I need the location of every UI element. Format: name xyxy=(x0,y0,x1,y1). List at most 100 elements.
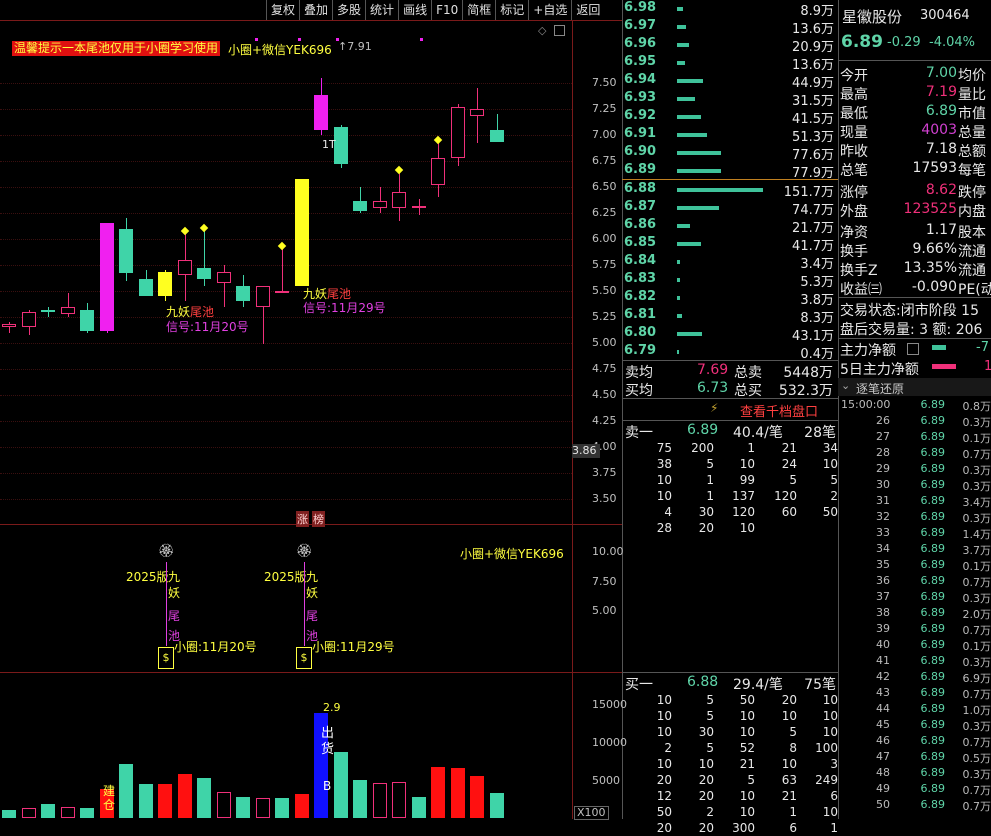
ladder-row[interactable]: 6.81 8.3万 xyxy=(624,307,838,326)
volume-bar xyxy=(60,807,75,818)
ladder-volume-bar xyxy=(677,43,689,47)
tick-time: 46 xyxy=(876,734,890,747)
tick-row: 50 6.89 0.7万 xyxy=(840,798,991,814)
toolbar-button-7[interactable]: 标记 xyxy=(495,0,528,20)
toolbar-button-6[interactable]: 简框 xyxy=(462,0,495,20)
queue-cell: 5 xyxy=(789,725,797,739)
ladder-row[interactable]: 6.85 41.7万 xyxy=(624,235,838,254)
ladder-price: 6.86 xyxy=(624,217,657,232)
toolbar-button-2[interactable]: 多股 xyxy=(332,0,365,20)
quote-label-right: 总额 xyxy=(958,144,986,160)
quote-label: 今开 xyxy=(840,68,868,84)
queue-cell: 10 xyxy=(781,757,797,771)
price-gridline xyxy=(0,473,572,474)
price-gridline xyxy=(0,499,572,500)
quote-label: 收益㈢ xyxy=(840,282,882,298)
price-tick: 6.50 xyxy=(592,180,617,193)
ladder-price: 6.98 xyxy=(624,0,657,15)
tick-row: 35 6.89 0.1万 xyxy=(840,558,991,574)
window-icon[interactable] xyxy=(554,25,565,36)
toolbar-button-5[interactable]: F10 xyxy=(431,0,462,20)
price-gridline xyxy=(0,109,572,110)
mark-char3: 尾 xyxy=(306,609,319,623)
ladder-row[interactable]: 6.84 3.4万 xyxy=(624,253,838,272)
ladder-mid-line xyxy=(622,179,838,180)
quote-divider-3 xyxy=(838,338,991,339)
ladder-row[interactable]: 6.88 151.7万 xyxy=(624,181,838,200)
quote-divider-2 xyxy=(838,297,991,298)
price-gridline xyxy=(0,161,572,162)
ladder-row[interactable]: 6.96 20.9万 xyxy=(624,36,838,55)
lightning-icon: ⚡ xyxy=(710,401,719,415)
price-tick: 4.25 xyxy=(592,414,617,427)
ladder-row[interactable]: 6.86 21.7万 xyxy=(624,217,838,236)
mark-version: 2025版 xyxy=(264,570,307,584)
price-tick: 4.75 xyxy=(592,362,617,375)
ladder-row[interactable]: 6.80 43.1万 xyxy=(624,325,838,344)
ladder-row[interactable]: 6.89 77.9万 xyxy=(624,162,838,181)
queue-cell: 10 xyxy=(656,473,672,487)
view-1000-button[interactable]: 查看千档盘口 xyxy=(740,401,818,420)
toolbar-button-0[interactable]: 复权 xyxy=(266,0,299,20)
toolbar-button-4[interactable]: 画线 xyxy=(398,0,431,20)
ladder-row[interactable]: 6.93 31.5万 xyxy=(624,90,838,109)
buy1-avg: 29.4/笔 xyxy=(733,677,783,693)
ladder-volume-bar xyxy=(677,169,721,173)
ladder-row[interactable]: 6.98 8.9万 xyxy=(624,0,838,19)
signal-dot xyxy=(433,136,443,145)
queue-row: 10 1 99 5 5 xyxy=(624,473,838,488)
tick-price: 6.89 xyxy=(920,638,946,651)
toolbar-button-8[interactable]: +自选 xyxy=(528,0,571,20)
ladder-volume: 151.7万 xyxy=(783,185,834,200)
ladder-row[interactable]: 6.94 44.9万 xyxy=(624,72,838,91)
ladder-row[interactable]: 6.83 5.3万 xyxy=(624,271,838,290)
candle xyxy=(138,278,153,297)
zhang-char: 涨 xyxy=(296,511,309,527)
main5-label: 5日主力净额 xyxy=(840,362,919,378)
ladder-price: 6.89 xyxy=(624,162,657,177)
queue-cell: 20 xyxy=(698,773,714,787)
ladder-row[interactable]: 6.95 13.6万 xyxy=(624,54,838,73)
quote-label: 最高 xyxy=(840,87,868,103)
ladder-row[interactable]: 6.82 3.8万 xyxy=(624,289,838,308)
queue-row: 50 2 10 1 10 xyxy=(624,805,838,820)
queue-row: 2 5 52 8 100 xyxy=(624,741,838,756)
candle xyxy=(2,324,16,328)
tick-row: 30 6.89 0.3万 xyxy=(840,478,991,494)
ladder-row[interactable]: 6.90 77.6万 xyxy=(624,144,838,163)
ladder-row[interactable]: 6.91 51.3万 xyxy=(624,126,838,145)
tick-time: 45 xyxy=(876,718,890,731)
quote-row: 现量 4003 总量 xyxy=(840,122,991,141)
ladder-row[interactable]: 6.97 13.6万 xyxy=(624,18,838,37)
toolbar-button-3[interactable]: 统计 xyxy=(365,0,398,20)
quote-value: 13.35% xyxy=(903,260,957,276)
main-net-menu-icon[interactable] xyxy=(907,343,919,355)
ladder-volume-bar xyxy=(677,260,680,264)
ladder-volume-bar xyxy=(677,151,721,155)
tick-row: 36 6.89 0.7万 xyxy=(840,574,991,590)
tick-volume: 0.5万 xyxy=(962,752,991,765)
quote-row: 换手Z 13.35% 流通 xyxy=(840,260,991,279)
buy1-price: 6.88 xyxy=(687,674,719,690)
chevron-down-icon: ⌄ xyxy=(841,379,851,392)
diamond-icon[interactable]: ◇ xyxy=(538,24,546,37)
quote-label-right: 跌停 xyxy=(958,185,986,201)
chu-huo-label: 出 货 xyxy=(321,726,334,758)
tick-price: 6.89 xyxy=(920,478,946,491)
ladder-row[interactable]: 6.79 0.4万 xyxy=(624,343,838,362)
mark-char1: 九 xyxy=(168,570,181,584)
ladder-price: 6.90 xyxy=(624,144,657,159)
queue-cell: 50 xyxy=(739,693,755,707)
quote-value: 4003 xyxy=(921,122,957,138)
tick-price: 6.89 xyxy=(920,510,946,523)
ladder-row[interactable]: 6.92 41.5万 xyxy=(624,108,838,127)
toolbar-button-9[interactable]: 返回 xyxy=(571,0,604,20)
queue-row: 10 5 10 10 10 xyxy=(624,709,838,724)
tick-header-bar[interactable]: ⌄ 逐笔还原 xyxy=(838,378,991,396)
tick-time: 28 xyxy=(876,446,890,459)
ladder-row[interactable]: 6.87 74.7万 xyxy=(624,199,838,218)
buy-avg-label: 买均 xyxy=(625,383,653,399)
ladder-volume: 8.3万 xyxy=(800,311,834,326)
queue-cell: 137 xyxy=(732,489,755,503)
toolbar-button-1[interactable]: 叠加 xyxy=(299,0,332,20)
